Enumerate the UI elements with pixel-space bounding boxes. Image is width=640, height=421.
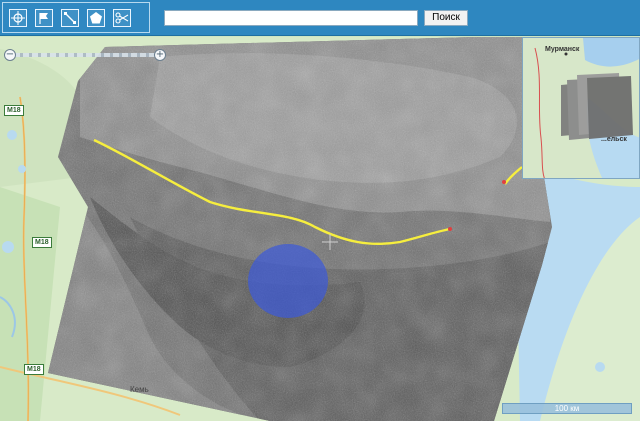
top-toolbar: Поиск bbox=[0, 0, 640, 36]
road-label: M18 bbox=[24, 364, 44, 375]
overview-city-label: ...ельск bbox=[601, 136, 627, 143]
scale-bar: 100 км bbox=[502, 403, 632, 414]
area-of-interest-circle[interactable] bbox=[248, 244, 328, 318]
track-point-marker bbox=[502, 180, 506, 184]
pentagon-icon bbox=[90, 11, 102, 23]
track-point-marker bbox=[448, 227, 452, 231]
zoom-out-button[interactable]: − bbox=[4, 49, 16, 61]
zoom-slider[interactable]: − + bbox=[4, 49, 166, 61]
polygon-tool-button[interactable] bbox=[87, 8, 105, 27]
tool-panel bbox=[2, 2, 150, 33]
line-tool-button[interactable] bbox=[61, 8, 79, 27]
zoom-track[interactable] bbox=[14, 53, 156, 57]
overview-city-label: Мурманск bbox=[545, 46, 580, 53]
scissors-tool-button[interactable] bbox=[113, 8, 131, 27]
search-input[interactable] bbox=[164, 10, 418, 26]
overview-map[interactable]: Мурманск ...ельск bbox=[522, 37, 640, 179]
road-label: M18 bbox=[32, 237, 52, 248]
road-label: M18 bbox=[4, 105, 24, 116]
diagonal-line-icon bbox=[64, 11, 76, 24]
search-bar: Поиск bbox=[164, 10, 468, 26]
flag-icon bbox=[39, 12, 48, 24]
flag-tool-button[interactable] bbox=[35, 8, 53, 27]
move-tool-button[interactable] bbox=[9, 8, 27, 27]
town-label: Кемь bbox=[130, 385, 149, 394]
zoom-in-button[interactable]: + bbox=[154, 49, 166, 61]
crosshair-move-icon bbox=[11, 10, 25, 25]
scissors-icon bbox=[115, 11, 129, 24]
search-button[interactable]: Поиск bbox=[424, 10, 468, 26]
map-view[interactable]: − + M18 M18 M18 Кемь Мурманск ...ельск 1… bbox=[0, 37, 640, 421]
overview-canvas bbox=[523, 38, 639, 178]
